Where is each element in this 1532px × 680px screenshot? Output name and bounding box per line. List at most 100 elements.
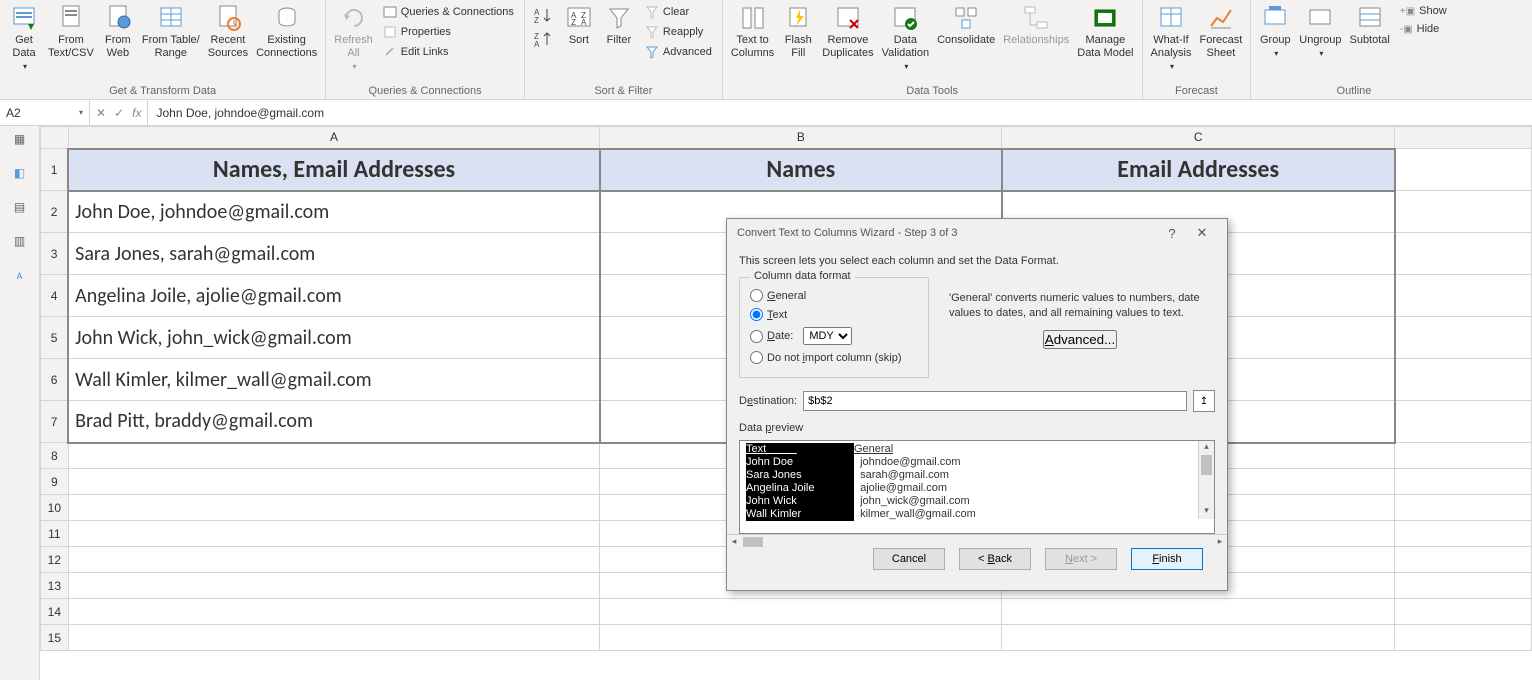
- show-detail-button[interactable]: +▣Show: [1398, 4, 1449, 18]
- what-if-button[interactable]: What-If Analysis: [1147, 2, 1196, 82]
- row-header[interactable]: 11: [41, 521, 69, 547]
- column-header[interactable]: C: [1002, 127, 1395, 149]
- cell[interactable]: John Wick, john_wick@gmail.com: [68, 317, 600, 359]
- row-header[interactable]: 5: [41, 317, 69, 359]
- queries-connections-button[interactable]: Queries & Connections: [381, 4, 516, 20]
- relationships-button[interactable]: Relationships: [999, 2, 1073, 82]
- from-table-range-button[interactable]: From Table/ Range: [138, 2, 204, 82]
- finish-button[interactable]: Finish: [1131, 548, 1203, 570]
- row-header[interactable]: 13: [41, 573, 69, 599]
- rail-icon-2[interactable]: ◧: [14, 166, 25, 180]
- cell[interactable]: John Doe, johndoe@gmail.com: [68, 191, 600, 233]
- row-header[interactable]: 10: [41, 495, 69, 521]
- cell[interactable]: [1395, 573, 1532, 599]
- ungroup-button[interactable]: Ungroup: [1295, 2, 1345, 82]
- refresh-all-button[interactable]: Refresh All: [330, 2, 377, 82]
- header-cell[interactable]: Email Addresses: [1002, 149, 1395, 191]
- cell[interactable]: [1395, 599, 1532, 625]
- row-header[interactable]: 15: [41, 625, 69, 651]
- data-validation-button[interactable]: Data Validation: [878, 2, 934, 82]
- reapply-button[interactable]: Reapply: [643, 24, 705, 40]
- cell[interactable]: [1395, 191, 1532, 233]
- cell[interactable]: Wall Kimler, kilmer_wall@gmail.com: [68, 359, 600, 401]
- next-button[interactable]: Next >: [1045, 548, 1117, 570]
- data-preview[interactable]: Text GeneralJohn Doe johndoe@gmail.comSa…: [739, 440, 1215, 534]
- row-header[interactable]: 2: [41, 191, 69, 233]
- date-format-select[interactable]: MDY: [803, 327, 852, 345]
- range-picker-icon[interactable]: ↥: [1193, 390, 1215, 412]
- cell[interactable]: [1002, 599, 1395, 625]
- column-header[interactable]: [1395, 127, 1532, 149]
- forecast-sheet-button[interactable]: Forecast Sheet: [1195, 2, 1246, 82]
- cell[interactable]: Brad Pitt, braddy@gmail.com: [68, 401, 600, 443]
- cell[interactable]: [1002, 625, 1395, 651]
- row-header[interactable]: 14: [41, 599, 69, 625]
- cell[interactable]: [68, 573, 600, 599]
- row-header[interactable]: 4: [41, 275, 69, 317]
- radio-general[interactable]: General: [750, 286, 918, 305]
- sort-button[interactable]: AZZA Sort: [559, 2, 599, 82]
- preview-scrollbar-v[interactable]: ▴ ▾: [1198, 441, 1214, 519]
- text-to-columns-button[interactable]: Text to Columns: [727, 2, 778, 82]
- cell[interactable]: Sara Jones, sarah@gmail.com: [68, 233, 600, 275]
- cell[interactable]: [1395, 275, 1532, 317]
- cell[interactable]: [1395, 521, 1532, 547]
- rail-icon-1[interactable]: ▦: [14, 132, 25, 146]
- clear-filter-button[interactable]: Clear: [643, 4, 691, 20]
- row-header[interactable]: 3: [41, 233, 69, 275]
- radio-date[interactable]: Date: MDY: [750, 324, 918, 348]
- formula-input[interactable]: John Doe, johndoe@gmail.com: [148, 100, 1532, 125]
- row-header[interactable]: 7: [41, 401, 69, 443]
- hide-detail-button[interactable]: -▣Hide: [1398, 22, 1441, 36]
- fx-icon[interactable]: fx: [132, 106, 141, 120]
- rail-icon-3[interactable]: ▤: [14, 200, 25, 214]
- sort-desc-button[interactable]: ZA: [533, 30, 555, 48]
- close-icon[interactable]: ✕: [1187, 225, 1217, 241]
- row-header[interactable]: 8: [41, 443, 69, 469]
- cell[interactable]: [600, 599, 1002, 625]
- cell[interactable]: [68, 521, 600, 547]
- advanced-button[interactable]: Advanced...: [1043, 330, 1117, 349]
- column-header[interactable]: A: [68, 127, 600, 149]
- advanced-filter-button[interactable]: Advanced: [643, 44, 714, 60]
- cell[interactable]: [1395, 401, 1532, 443]
- cell[interactable]: [68, 547, 600, 573]
- from-web-button[interactable]: From Web: [98, 2, 138, 82]
- chevron-down-icon[interactable]: ▾: [79, 108, 83, 117]
- cell[interactable]: [600, 625, 1002, 651]
- destination-input[interactable]: [803, 391, 1187, 411]
- dialog-titlebar[interactable]: Convert Text to Columns Wizard - Step 3 …: [727, 219, 1227, 247]
- row-header[interactable]: 12: [41, 547, 69, 573]
- cell[interactable]: [1395, 469, 1532, 495]
- row-header[interactable]: 9: [41, 469, 69, 495]
- preview-scrollbar-h[interactable]: ◂▸: [727, 534, 1227, 548]
- cell[interactable]: [1395, 317, 1532, 359]
- cell[interactable]: [1395, 495, 1532, 521]
- column-header[interactable]: B: [600, 127, 1002, 149]
- cell[interactable]: [68, 495, 600, 521]
- cell[interactable]: Angelina Joile, ajolie@gmail.com: [68, 275, 600, 317]
- header-cell[interactable]: Names, Email Addresses: [68, 149, 600, 191]
- cell[interactable]: [1395, 443, 1532, 469]
- filter-button[interactable]: Filter: [599, 2, 639, 82]
- name-box[interactable]: A2 ▾: [0, 100, 90, 125]
- header-cell[interactable]: Names: [600, 149, 1002, 191]
- sort-asc-button[interactable]: AZ: [533, 6, 555, 24]
- cancel-button[interactable]: Cancel: [873, 548, 945, 570]
- rail-icon-4[interactable]: ▥: [14, 234, 25, 248]
- manage-data-model-button[interactable]: Manage Data Model: [1073, 2, 1137, 82]
- select-all-corner[interactable]: [41, 127, 69, 149]
- radio-text[interactable]: Text: [750, 305, 918, 324]
- cell[interactable]: [1395, 547, 1532, 573]
- row-header[interactable]: 1: [41, 149, 69, 191]
- cancel-formula-icon[interactable]: ✕: [96, 106, 106, 120]
- row-header[interactable]: 6: [41, 359, 69, 401]
- help-icon[interactable]: ?: [1157, 226, 1187, 241]
- existing-connections-button[interactable]: Existing Connections: [252, 2, 321, 82]
- radio-skip[interactable]: Do not import column (skip): [750, 348, 918, 367]
- get-data-button[interactable]: Get Data: [4, 2, 44, 82]
- properties-button[interactable]: Properties: [381, 24, 453, 40]
- cell[interactable]: [68, 599, 600, 625]
- flash-fill-button[interactable]: Flash Fill: [778, 2, 818, 82]
- subtotal-button[interactable]: Subtotal: [1345, 2, 1393, 82]
